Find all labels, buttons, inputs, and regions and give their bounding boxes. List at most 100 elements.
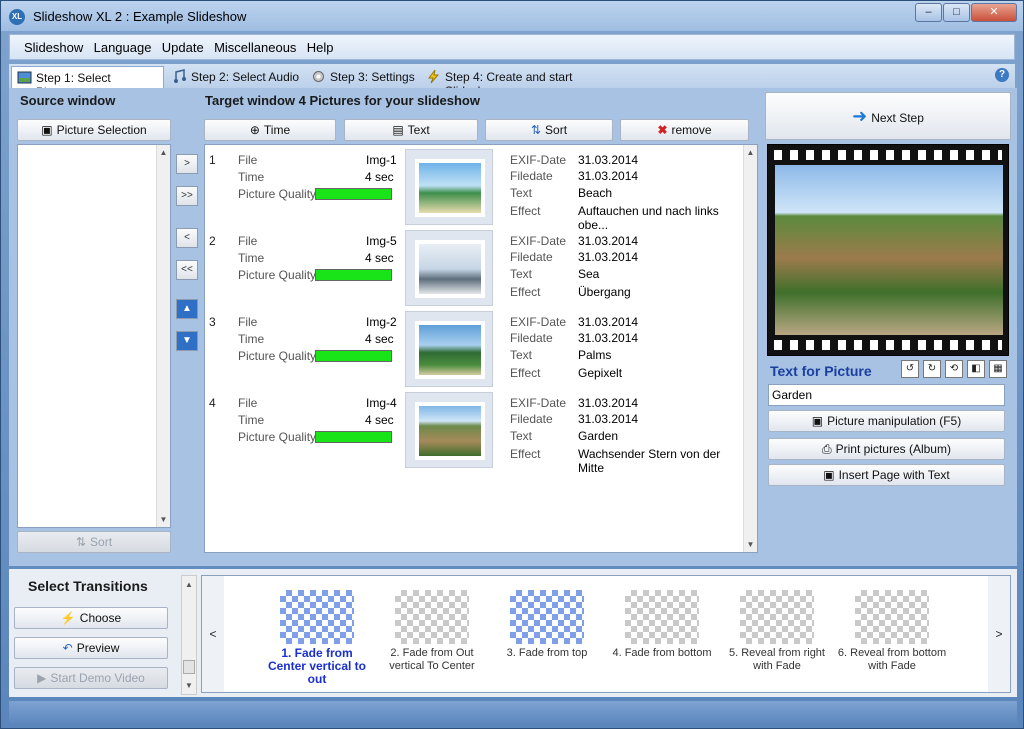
- source-scrollbar[interactable]: ▲ ▼: [156, 145, 170, 527]
- app-window: XL Slideshow XL 2 : Example Slideshow – …: [0, 0, 1024, 729]
- quality-bar: [315, 350, 392, 362]
- filmstrip-preview: [767, 144, 1009, 356]
- tab-step3[interactable]: Step 3: Settings: [306, 66, 421, 88]
- insert-page-button[interactable]: ▣ Insert Page with Text: [768, 464, 1005, 486]
- menu-help[interactable]: Help: [307, 40, 334, 55]
- lightning-icon: [426, 69, 441, 84]
- crop-icon[interactable]: ▦: [989, 360, 1007, 378]
- transition-preview: [625, 590, 699, 644]
- flip-icon[interactable]: ⟲: [945, 360, 963, 378]
- audio-icon: [172, 69, 187, 84]
- maximize-button[interactable]: □: [943, 3, 970, 22]
- minimize-button[interactable]: –: [915, 3, 942, 22]
- tab-label: Step 2: Select Audio: [191, 70, 300, 84]
- start-demo-video-button[interactable]: ▶ Start Demo Video: [14, 667, 168, 689]
- title-bar[interactable]: XL Slideshow XL 2 : Example Slideshow – …: [1, 1, 1023, 31]
- transition-preview: [280, 590, 354, 644]
- list-item[interactable]: 2 File Img-5 Time 4 sec Picture Quality …: [205, 228, 745, 309]
- transitions-strip: < > 1. Fade from Center vertical to out …: [201, 575, 1011, 693]
- preview-panel: ➜Next Step Text for Picture ↺ ↻ ⟲ ◧ ▦ ▣P…: [765, 88, 1015, 566]
- time-button[interactable]: ⊕ Time: [204, 119, 336, 141]
- close-button[interactable]: ✕: [971, 3, 1017, 22]
- text-tools: ↺ ↻ ⟲ ◧ ▦: [901, 360, 1011, 380]
- mirror-icon[interactable]: ◧: [967, 360, 985, 378]
- film-holes-top: [774, 150, 1002, 160]
- picture-edit-icon: ▣: [811, 414, 824, 428]
- move-up-icon[interactable]: ▲: [176, 299, 198, 319]
- remove-selected-button[interactable]: <: [176, 228, 198, 248]
- picture-selection-button[interactable]: ▣ Picture Selection: [17, 119, 171, 141]
- lightning-icon: ⚡: [60, 611, 76, 625]
- tab-step1[interactable]: Step 1: Select Pictures: [11, 66, 164, 99]
- rotate-left-icon[interactable]: ↺: [901, 360, 919, 378]
- transition-preview: [740, 590, 814, 644]
- add-all-button[interactable]: >>: [176, 186, 198, 206]
- add-selected-button[interactable]: >: [176, 154, 198, 174]
- transition-item[interactable]: 2. Fade from Out vertical To Center: [377, 590, 487, 673]
- transitions-scrollbar[interactable]: ▲ ▼: [181, 575, 197, 695]
- picture-icon: ▣: [41, 123, 53, 137]
- menu-miscellaneous[interactable]: Miscellaneous: [214, 40, 296, 55]
- thumbnail[interactable]: [405, 230, 493, 306]
- sort-button[interactable]: ⇅ Sort: [485, 119, 613, 141]
- tab-step2[interactable]: Step 2: Select Audio: [167, 66, 317, 88]
- window-title: Slideshow XL 2 : Example Slideshow: [33, 9, 247, 24]
- menu-bar: Slideshow Language Update Miscellaneous …: [9, 34, 1015, 60]
- rotate-right-icon[interactable]: ↻: [923, 360, 941, 378]
- remove-button[interactable]: ✖ remove: [620, 119, 749, 141]
- picture-icon: [17, 70, 32, 85]
- app-logo-icon: XL: [9, 9, 25, 25]
- document-icon: ▤: [392, 123, 404, 137]
- thumbnail[interactable]: [405, 392, 493, 468]
- move-down-icon[interactable]: ▼: [176, 331, 198, 351]
- choose-button[interactable]: ⚡ Choose: [14, 607, 168, 629]
- tab-label: Step 3: Settings: [330, 70, 415, 84]
- remove-all-button[interactable]: <<: [176, 260, 198, 280]
- thumbnail[interactable]: [405, 311, 493, 387]
- transition-preview: [855, 590, 929, 644]
- help-icon[interactable]: ?: [995, 68, 1009, 82]
- menu-update[interactable]: Update: [162, 40, 204, 55]
- target-scrollbar[interactable]: ▲ ▼: [743, 145, 757, 552]
- transition-item[interactable]: 4. Fade from bottom: [607, 590, 717, 660]
- menu-slideshow[interactable]: Slideshow: [24, 40, 83, 55]
- transition-preview: [395, 590, 469, 644]
- step-tabs: Step 1: Select Pictures Step 2: Select A…: [9, 64, 1015, 99]
- play-icon: ▶: [37, 671, 47, 685]
- source-list[interactable]: ▲ ▼: [17, 144, 171, 528]
- transition-preview: [510, 590, 584, 644]
- target-window-title: Target window 4 Pictures for your slides…: [205, 93, 480, 108]
- quality-bar: [315, 269, 392, 281]
- status-bar: [9, 701, 1017, 723]
- preview-image: [775, 165, 1003, 335]
- transition-item[interactable]: 5. Reveal from right with Fade: [722, 590, 832, 673]
- menu-language[interactable]: Language: [94, 40, 152, 55]
- film-holes-bottom: [774, 340, 1002, 350]
- preview-button[interactable]: ↶ Preview: [14, 637, 168, 659]
- quality-bar: [315, 431, 392, 443]
- picture-manipulation-button[interactable]: ▣ Picture manipulation (F5): [768, 410, 1005, 432]
- list-item[interactable]: 3 File Img-2 Time 4 sec Picture Quality …: [205, 309, 745, 390]
- source-sort-button[interactable]: ⇅ Sort: [17, 531, 171, 553]
- remove-x-icon: ✖: [657, 123, 668, 137]
- picture-text-input[interactable]: [768, 384, 1005, 406]
- next-step-button[interactable]: ➜ Next Step: [765, 92, 1011, 140]
- clock-icon: ⊕: [249, 123, 260, 137]
- transition-item[interactable]: 3. Fade from top: [492, 590, 602, 660]
- select-transitions-title: Select Transitions: [28, 578, 148, 594]
- list-item[interactable]: 4 File Img-4 Time 4 sec Picture Quality …: [205, 390, 745, 475]
- transition-item[interactable]: 6. Reveal from bottom with Fade: [837, 590, 947, 673]
- text-button[interactable]: ▤ Text: [344, 119, 478, 141]
- scroll-left-button[interactable]: <: [202, 576, 224, 692]
- text-for-picture-label: Text for Picture: [770, 363, 872, 379]
- transition-item[interactable]: 1. Fade from Center vertical to out: [262, 590, 372, 686]
- main-area: Source window ▣ Picture Selection ▲ ▼ ⇅ Sor…: [9, 88, 1017, 566]
- list-item[interactable]: 1 File Img-1 Time 4 sec Picture Quality …: [205, 147, 745, 232]
- transitions-panel: Select Transitions ⚡ Choose ↶ Preview ▶ Sta…: [9, 569, 1017, 697]
- scroll-right-button[interactable]: >: [988, 576, 1010, 692]
- print-pictures-button[interactable]: ⎙ Print pictures (Album): [768, 438, 1005, 460]
- thumbnail[interactable]: [405, 149, 493, 225]
- quality-bar: [315, 188, 392, 200]
- target-list[interactable]: ▲ ▼ 1 File Img-1 Time 4 sec Picture Quali…: [204, 144, 758, 553]
- tab-step4[interactable]: Step 4: Create and start Slideshow: [421, 66, 631, 98]
